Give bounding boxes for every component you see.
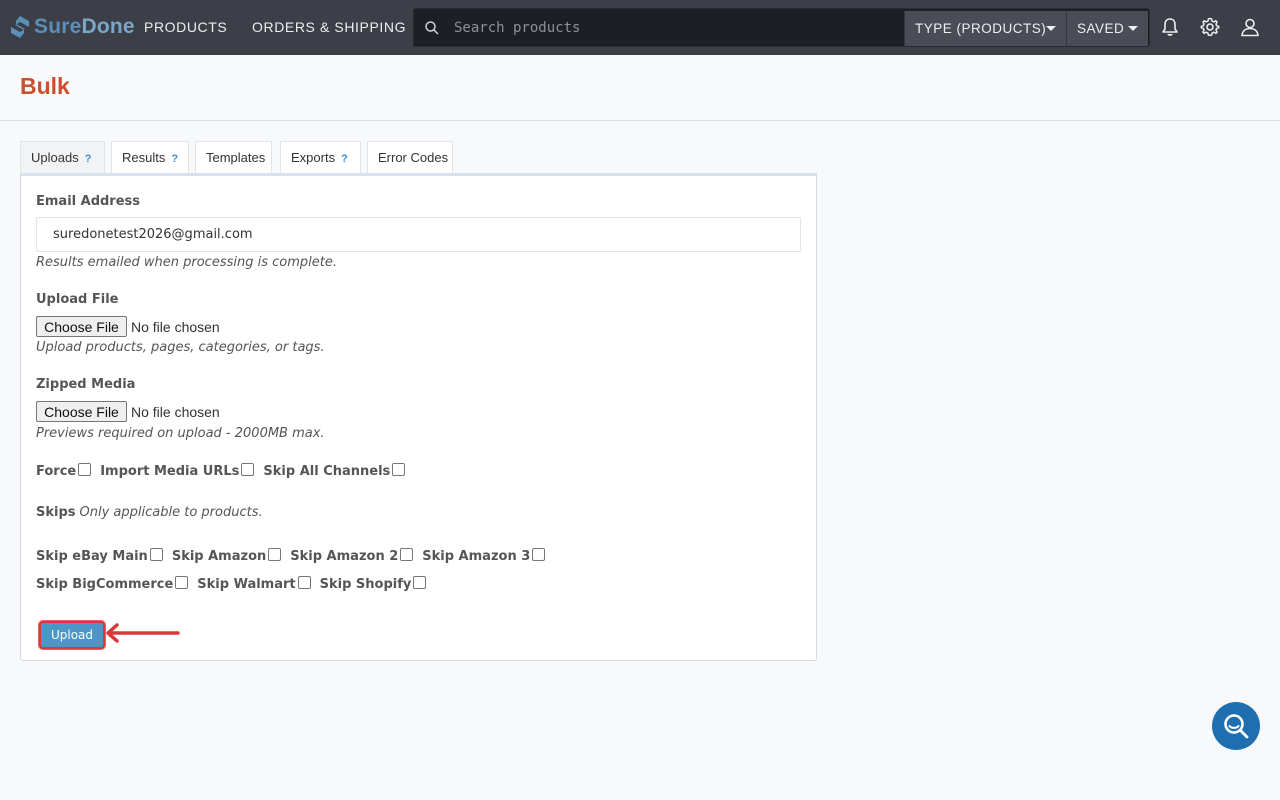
skip-ebay-main-checkbox[interactable] — [149, 548, 163, 561]
skip-ebay-main-label: Skip eBay Main — [36, 549, 148, 564]
tab-uploads[interactable]: Uploads? — [20, 141, 105, 173]
import-media-urls-checkbox[interactable] — [241, 463, 255, 476]
skip-channels-row-2: Skip BigCommerce Skip Walmart Skip Shopi… — [36, 576, 435, 592]
tab-templates[interactable]: Templates — [195, 141, 272, 173]
options-row: Force Import Media URLs Skip All Channel… — [36, 463, 414, 479]
tab-label: Templates — [206, 150, 266, 165]
skips-row: Skips Only applicable to products. — [36, 505, 263, 520]
user-icon[interactable] — [1239, 16, 1261, 38]
skip-bigcommerce-checkbox[interactable] — [175, 576, 189, 589]
force-label: Force — [36, 464, 77, 479]
skips-hint: Only applicable to products. — [79, 505, 263, 520]
search-icon — [425, 21, 439, 35]
skip-amazon-label: Skip Amazon — [171, 549, 267, 564]
skip-amazon-2-label: Skip Amazon 2 — [290, 549, 399, 564]
force-checkbox[interactable] — [78, 463, 92, 476]
help-icon[interactable]: ? — [171, 153, 178, 165]
email-label: Email Address — [36, 194, 141, 209]
tab-label: Results — [122, 150, 166, 165]
upload-button[interactable]: Upload — [39, 621, 105, 649]
nav-products[interactable]: PRODUCTS — [144, 19, 227, 35]
chevron-down-icon — [1128, 26, 1138, 31]
email-field[interactable] — [36, 217, 801, 252]
logo-text: SureDone — [34, 15, 135, 38]
page-header: Bulk — [0, 55, 1280, 121]
tab-exports[interactable]: Exports? — [280, 141, 361, 173]
zipped-media-label: Zipped Media — [36, 377, 136, 392]
zipped-media-hint: Previews required on upload - 2000MB max… — [36, 426, 325, 441]
zipped-media-input: Choose File No file chosen — [36, 401, 220, 422]
help-icon[interactable]: ? — [85, 153, 92, 165]
skip-shopify-label: Skip Shopify — [319, 577, 412, 592]
upload-file-choose-button[interactable]: Choose File — [36, 316, 127, 337]
annotation-arrow-icon — [106, 623, 180, 643]
skip-channels-row-1: Skip eBay Main Skip Amazon Skip Amazon 2… — [36, 548, 554, 564]
type-dropdown[interactable]: TYPE (PRODUCTS) — [904, 11, 1066, 46]
suredone-logo[interactable]: SureDone — [10, 14, 135, 40]
skip-bigcommerce-label: Skip BigCommerce — [36, 577, 174, 592]
zipped-media-status: No file chosen — [131, 403, 220, 420]
skip-walmart-checkbox[interactable] — [297, 576, 311, 589]
zipped-media-choose-button[interactable]: Choose File — [36, 401, 127, 422]
skip-walmart-label: Skip Walmart — [197, 577, 296, 592]
upload-file-hint: Upload products, pages, categories, or t… — [36, 340, 325, 355]
tab-error-codes[interactable]: Error Codes — [367, 141, 453, 173]
skip-amazon-3-label: Skip Amazon 3 — [422, 549, 531, 564]
search-bar: TYPE (PRODUCTS) SAVED — [413, 8, 1150, 47]
chat-search-icon — [1224, 714, 1249, 739]
tab-label: Exports — [291, 150, 336, 165]
skip-amazon-3-checkbox[interactable] — [532, 548, 546, 561]
skip-amazon-2-checkbox[interactable] — [400, 548, 414, 561]
skips-label: Skips — [36, 505, 76, 520]
upload-file-input: Choose File No file chosen — [36, 316, 220, 337]
logo-mark-icon — [11, 16, 29, 38]
top-navbar: SureDone PRODUCTS ORDERS & SHIPPING TYPE… — [0, 0, 1280, 55]
tab-results[interactable]: Results? — [111, 141, 189, 173]
saved-dropdown-label: SAVED — [1077, 21, 1125, 36]
skip-all-channels-label: Skip All Channels — [263, 464, 391, 479]
bell-icon[interactable] — [1159, 16, 1181, 38]
page-title: Bulk — [20, 73, 70, 99]
help-icon[interactable]: ? — [341, 153, 348, 165]
upload-file-status: No file chosen — [131, 318, 220, 335]
chevron-down-icon — [1046, 26, 1056, 31]
tab-label: Error Codes — [378, 150, 449, 165]
nav-orders-shipping[interactable]: ORDERS & SHIPPING — [252, 19, 406, 35]
email-hint: Results emailed when processing is compl… — [36, 255, 337, 270]
skip-shopify-checkbox[interactable] — [413, 576, 427, 589]
skip-amazon-checkbox[interactable] — [268, 548, 282, 561]
search-input[interactable] — [454, 9, 904, 46]
upload-file-label: Upload File — [36, 292, 119, 307]
uploads-panel: Email Address Results emailed when proce… — [20, 173, 817, 661]
saved-dropdown[interactable]: SAVED — [1066, 11, 1148, 46]
gear-icon[interactable] — [1199, 16, 1221, 38]
type-dropdown-label: TYPE (PRODUCTS) — [915, 21, 1047, 36]
import-media-urls-label: Import Media URLs — [100, 464, 240, 479]
skip-all-channels-checkbox[interactable] — [392, 463, 406, 476]
chat-launcher-button[interactable] — [1212, 702, 1260, 750]
tab-label: Uploads — [31, 150, 79, 165]
